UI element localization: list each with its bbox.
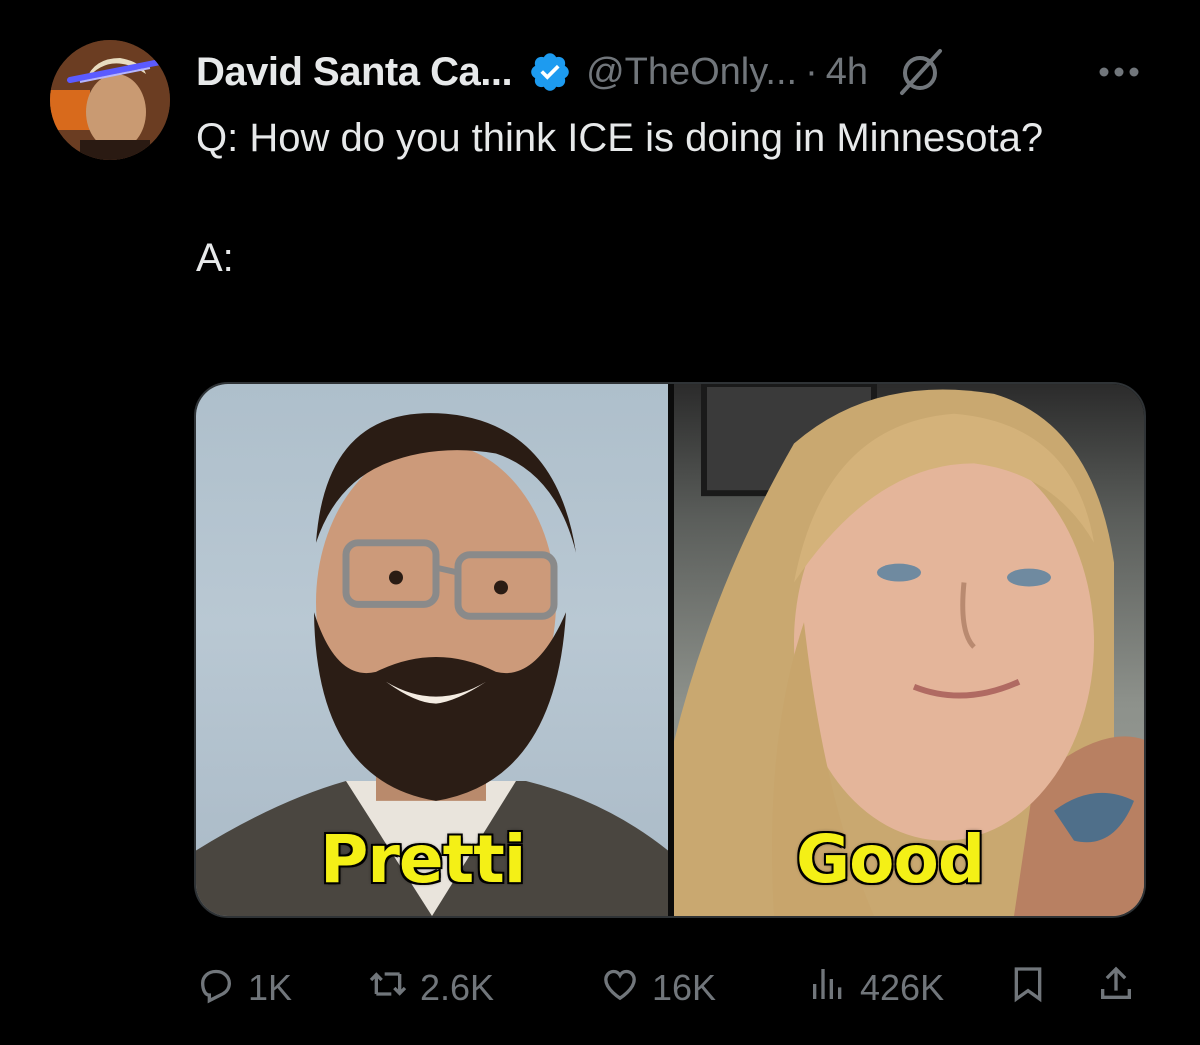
tweet-media[interactable]: Pretti Good bbox=[194, 382, 1146, 918]
tweet[interactable]: David Santa Ca... @TheOnly... · 4h Q: Ho… bbox=[0, 0, 1200, 1045]
tweet-question: Q: How do you think ICE is doing in Minn… bbox=[196, 116, 1044, 160]
left-caption: Pretti bbox=[318, 820, 527, 900]
repost-count: 2.6K bbox=[420, 967, 495, 1008]
views-button[interactable]: 426K bbox=[808, 956, 944, 1020]
repost-button[interactable]: 2.6K bbox=[368, 956, 494, 1020]
views-count: 426K bbox=[860, 967, 945, 1008]
reply-button[interactable]: 1K bbox=[196, 956, 292, 1020]
reply-icon bbox=[196, 964, 236, 1013]
share-icon bbox=[1096, 964, 1136, 1013]
tweet-text: Q: How do you think ICE is doing in Minn… bbox=[196, 108, 1156, 288]
timestamp[interactable]: 4h bbox=[826, 51, 868, 94]
action-bar: 1K 2.6K 16K 426K bbox=[196, 956, 1146, 1020]
more-icon[interactable] bbox=[1094, 52, 1144, 92]
separator-dot: · bbox=[805, 50, 818, 93]
display-name[interactable]: David Santa Ca... bbox=[196, 50, 513, 95]
handle[interactable]: @TheOnly... bbox=[586, 51, 797, 94]
media-right-photo: Good bbox=[674, 384, 1144, 916]
heart-icon bbox=[600, 964, 640, 1013]
reply-count: 1K bbox=[248, 967, 293, 1008]
right-caption: Good bbox=[794, 820, 986, 900]
bookmark-button[interactable] bbox=[1008, 956, 1048, 1020]
like-count: 16K bbox=[652, 967, 717, 1008]
repost-icon bbox=[368, 964, 408, 1013]
verified-badge-icon bbox=[528, 50, 572, 94]
grok-icon[interactable] bbox=[894, 45, 948, 99]
views-icon bbox=[808, 964, 848, 1013]
avatar[interactable] bbox=[50, 40, 170, 160]
bookmark-icon bbox=[1008, 964, 1048, 1013]
media-left-photo: Pretti bbox=[196, 384, 668, 916]
like-button[interactable]: 16K bbox=[600, 956, 716, 1020]
share-button[interactable] bbox=[1096, 956, 1136, 1020]
tweet-header: David Santa Ca... @TheOnly... · 4h bbox=[196, 42, 948, 102]
tweet-answer: A: bbox=[196, 236, 234, 280]
